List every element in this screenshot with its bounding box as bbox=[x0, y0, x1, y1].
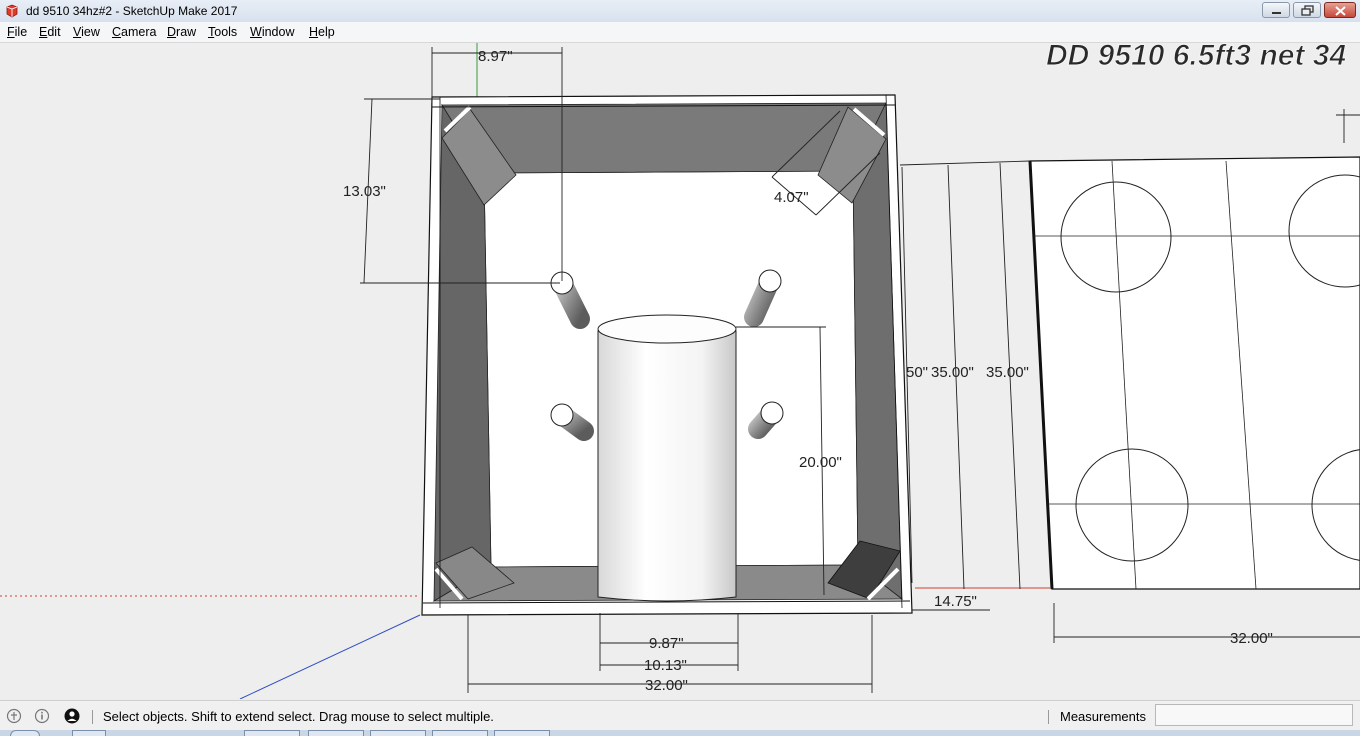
sketchup-logo-icon bbox=[6, 4, 18, 18]
close-icon bbox=[1335, 6, 1346, 16]
restore-icon bbox=[1301, 5, 1314, 16]
menu-draw[interactable]: Draw bbox=[167, 25, 196, 39]
dimension-side-depth: 14.75" bbox=[934, 593, 977, 610]
window-title: dd 9510 34hz#2 - SketchUp Make 2017 bbox=[26, 4, 238, 18]
taskbar-item[interactable] bbox=[244, 730, 300, 736]
close-button[interactable] bbox=[1324, 2, 1356, 18]
taskbar-item[interactable] bbox=[72, 730, 106, 736]
dimension-side-partial: 50" bbox=[906, 364, 928, 381]
minimize-icon bbox=[1272, 12, 1281, 14]
minimize-button[interactable] bbox=[1262, 2, 1290, 18]
taskbar bbox=[0, 730, 1360, 736]
dimension-brace: 4.07" bbox=[774, 189, 809, 206]
taskbar-item[interactable] bbox=[494, 730, 550, 736]
start-button[interactable] bbox=[10, 730, 40, 736]
front-panel[interactable] bbox=[1028, 156, 1360, 590]
menu-edit[interactable]: Edit bbox=[39, 25, 61, 39]
status-bar: Select objects. Shift to extend select. … bbox=[0, 700, 1360, 731]
credits-icon[interactable] bbox=[34, 708, 50, 724]
menu-tools[interactable]: Tools bbox=[208, 25, 237, 39]
menu-window[interactable]: Window bbox=[250, 25, 294, 39]
title-bar: dd 9510 34hz#2 - SketchUp Make 2017 bbox=[0, 0, 1360, 23]
dimension-left-height: 13.03" bbox=[343, 183, 386, 200]
dimension-side-height-b: 35.00" bbox=[986, 364, 1029, 381]
taskbar-item[interactable] bbox=[370, 730, 426, 736]
model-viewport[interactable]: DD 9510 6.5ft3 net 34 8.97" 13.03" 4.07"… bbox=[0, 43, 1360, 699]
menu-camera[interactable]: Camera bbox=[112, 25, 156, 39]
blue-axis bbox=[239, 614, 421, 699]
menu-bar: File Edit View Camera Draw Tools Window … bbox=[0, 22, 1360, 43]
taskbar-item[interactable] bbox=[432, 730, 488, 736]
dimension-port-height: 20.00" bbox=[799, 454, 842, 471]
dimension-front-width: 32.00" bbox=[645, 677, 688, 694]
restore-button[interactable] bbox=[1293, 2, 1321, 18]
dimension-port-outer: 10.13" bbox=[644, 657, 687, 674]
model-scene[interactable]: DD 9510 6.5ft3 net 34 8.97" 13.03" 4.07"… bbox=[0, 43, 1360, 699]
menu-file[interactable]: File bbox=[7, 25, 27, 39]
port-tube[interactable] bbox=[597, 314, 737, 602]
model-title-text: DD 9510 6.5ft3 net 34 bbox=[1046, 43, 1346, 72]
measurements-input[interactable] bbox=[1155, 704, 1353, 726]
menu-view[interactable]: View bbox=[73, 25, 100, 39]
dimension-port-inner: 9.87" bbox=[649, 635, 684, 652]
measurements-divider bbox=[1048, 710, 1049, 724]
dimension-side-height-a: 35.00" bbox=[931, 364, 974, 381]
measurements-label: Measurements bbox=[1060, 709, 1146, 724]
dimension-top-offset: 8.97" bbox=[478, 48, 513, 65]
dimension-panel-width: 32.00" bbox=[1230, 630, 1273, 647]
status-divider bbox=[92, 710, 93, 724]
taskbar-item[interactable] bbox=[308, 730, 364, 736]
geo-location-icon[interactable] bbox=[6, 708, 22, 724]
user-account-icon[interactable] bbox=[64, 708, 80, 724]
status-message: Select objects. Shift to extend select. … bbox=[103, 709, 494, 724]
menu-help[interactable]: Help bbox=[309, 25, 335, 39]
